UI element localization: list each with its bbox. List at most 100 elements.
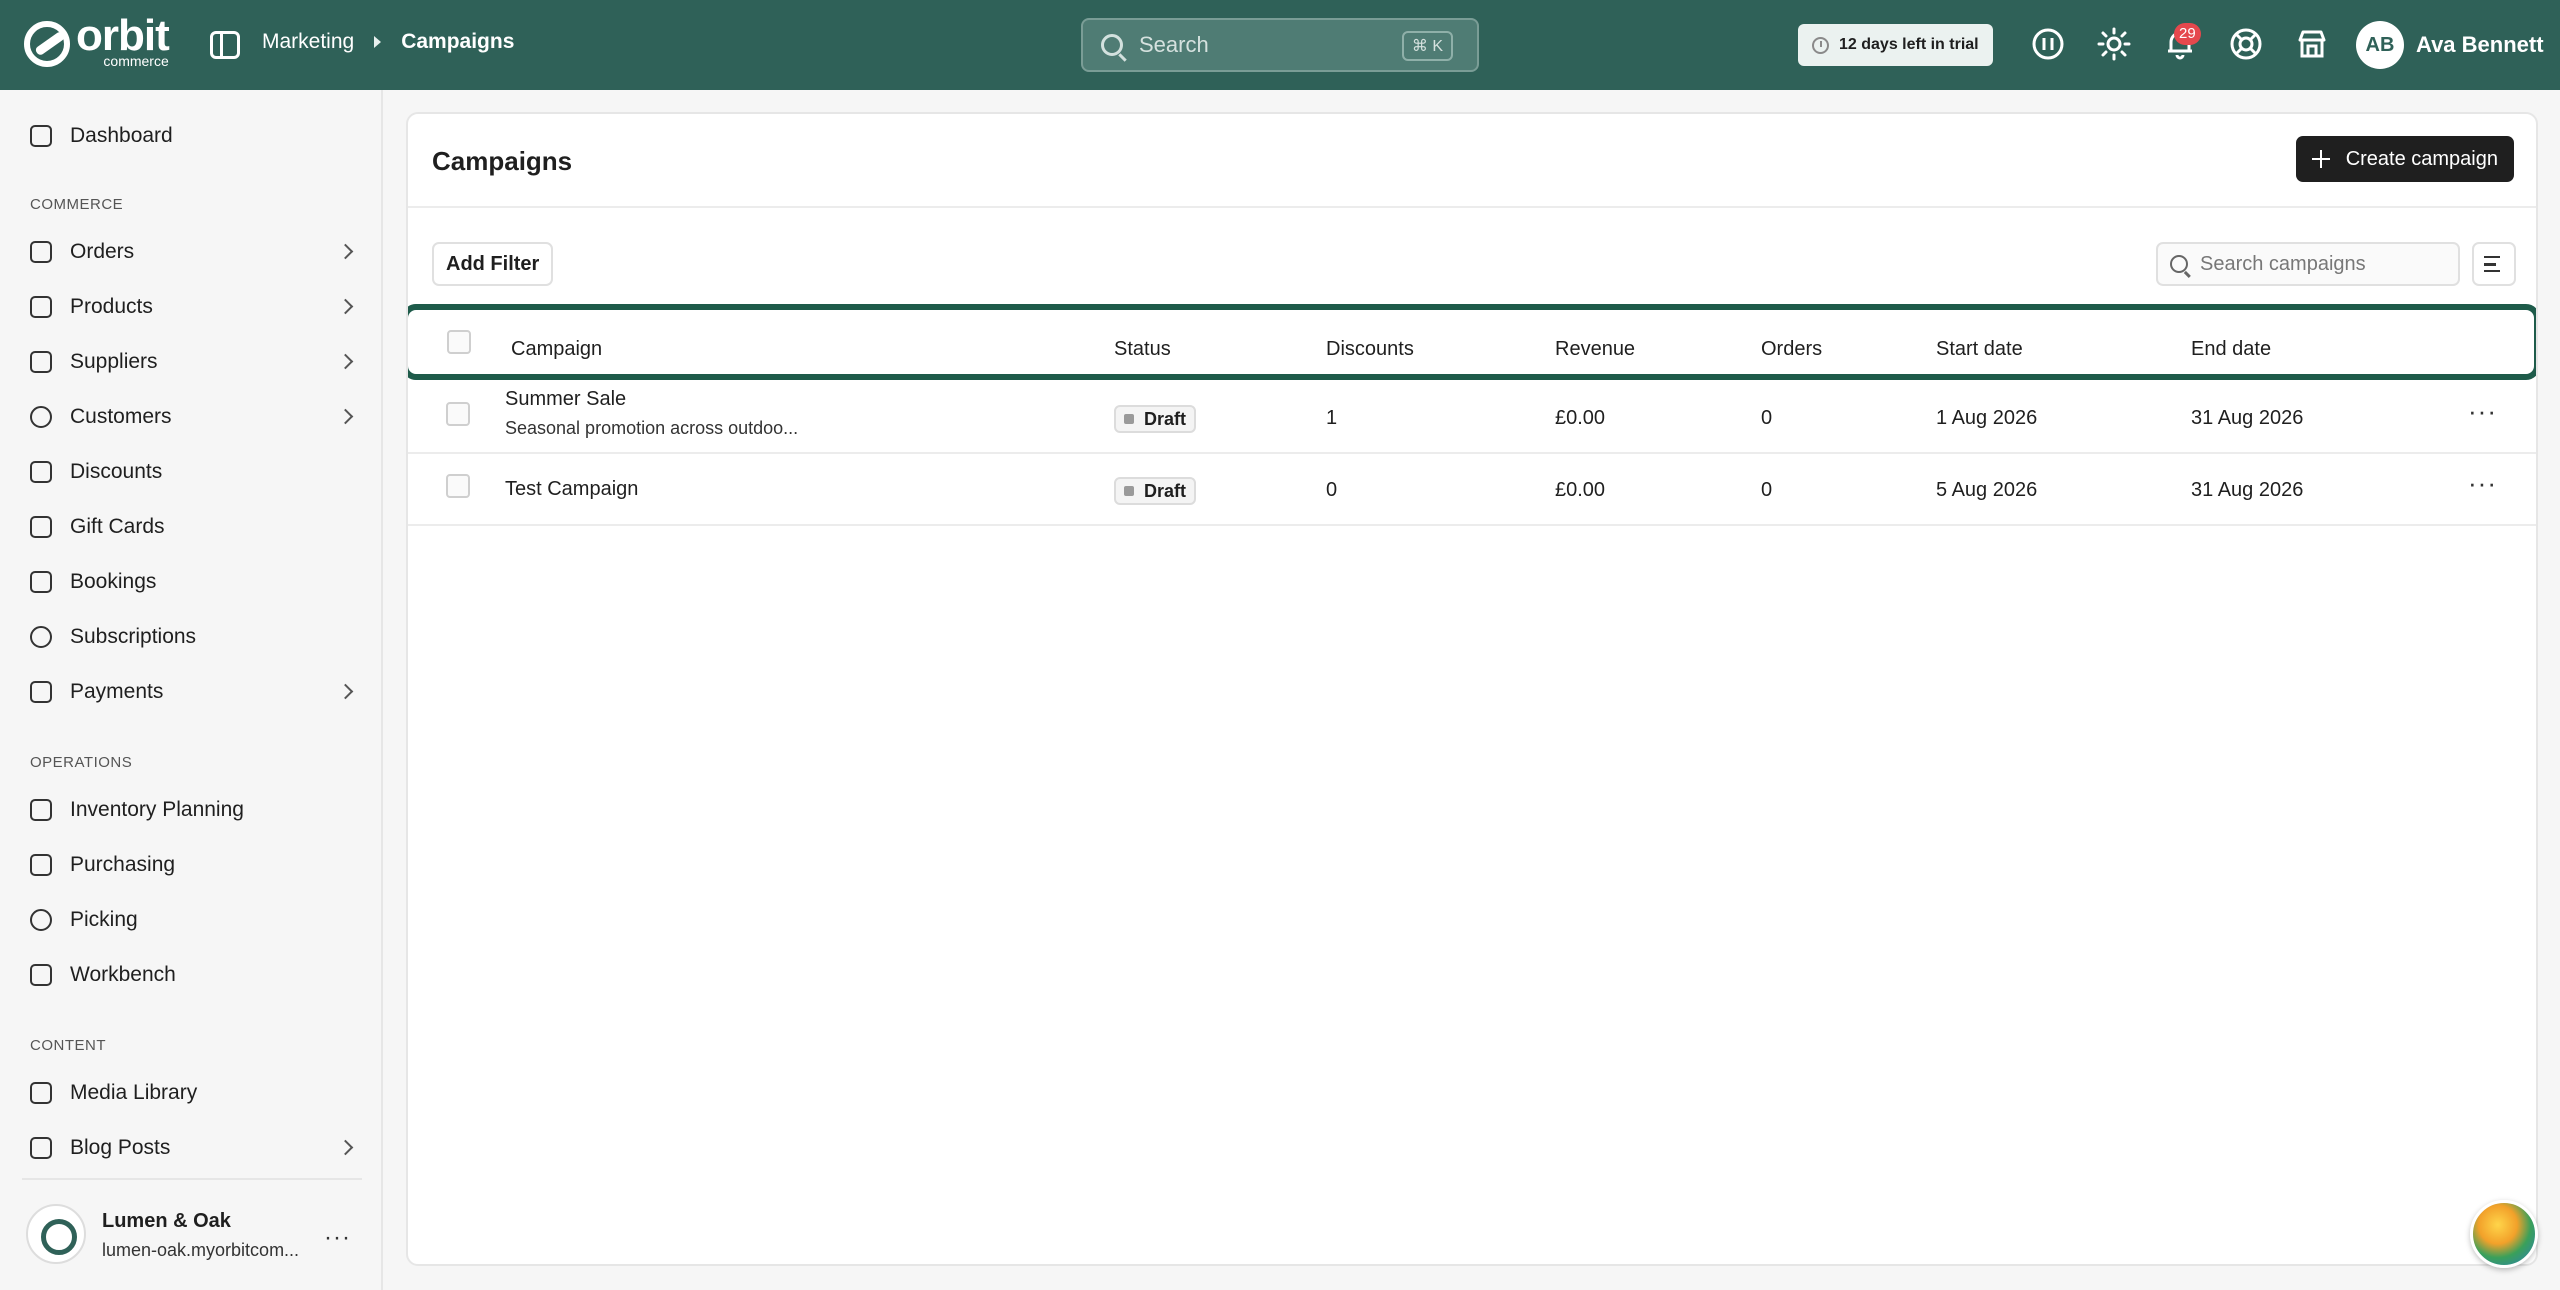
sidebar-item-label: Purchasing bbox=[70, 853, 176, 876]
row-more-icon[interactable]: ··· bbox=[2468, 396, 2497, 427]
chevron-right-icon bbox=[337, 298, 354, 315]
breadcrumb-marketing[interactable]: Marketing bbox=[262, 30, 354, 54]
row-checkbox[interactable] bbox=[446, 402, 470, 426]
table-header: Campaign Status Discounts Revenue Orders… bbox=[408, 304, 2536, 380]
sidebar-item-label: Orders bbox=[70, 240, 135, 263]
orbit-logo[interactable]: orbit commerce bbox=[24, 14, 170, 68]
sidebar-item-label: Dashboard bbox=[70, 124, 173, 147]
column-discounts[interactable]: Discounts bbox=[1326, 338, 1414, 361]
sidebar-item-gift-cards[interactable]: Gift Cards bbox=[0, 503, 383, 551]
row-checkbox[interactable] bbox=[446, 474, 470, 498]
discounts-count: 0 bbox=[1326, 479, 1338, 501]
more-icon[interactable]: ··· bbox=[324, 1224, 351, 1252]
refresh-icon bbox=[30, 626, 52, 648]
suppliers-icon bbox=[30, 351, 52, 373]
column-status[interactable]: Status bbox=[1114, 338, 1171, 361]
status-badge: Draft bbox=[1114, 477, 1197, 505]
sidebar-item-picking[interactable]: Picking bbox=[0, 896, 383, 944]
sidebar-item-customers[interactable]: Customers bbox=[0, 393, 383, 441]
global-search-input[interactable]: Search ⌘ K bbox=[1081, 18, 1479, 72]
store-name: Lumen & Oak bbox=[102, 1210, 231, 1232]
column-start-date[interactable]: Start date bbox=[1936, 338, 2023, 361]
orbit-logo-icon bbox=[24, 21, 70, 67]
sidebar-item-purchasing[interactable]: Purchasing bbox=[0, 841, 383, 889]
search-icon bbox=[1101, 34, 1123, 56]
sort-icon[interactable] bbox=[2472, 242, 2516, 286]
sidebar-item-label: Customers bbox=[70, 405, 172, 428]
clock-icon bbox=[1812, 36, 1829, 54]
breadcrumb: Marketing Campaigns bbox=[262, 30, 514, 54]
sidebar-item-media-library[interactable]: Media Library bbox=[0, 1069, 383, 1117]
add-filter-button[interactable]: Add Filter bbox=[432, 242, 554, 286]
sidebar-item-discounts[interactable]: Discounts bbox=[0, 448, 383, 496]
box-icon bbox=[30, 854, 52, 876]
products-icon bbox=[30, 296, 52, 318]
user-name[interactable]: Ava Bennett bbox=[2416, 32, 2544, 58]
orders-icon bbox=[30, 241, 52, 263]
sidebar-item-inventory-planning[interactable]: Inventory Planning bbox=[0, 786, 383, 834]
chevron-right-icon bbox=[337, 243, 354, 260]
support-icon[interactable] bbox=[2031, 27, 2065, 61]
revenue-value: £0.00 bbox=[1555, 479, 1606, 501]
sidebar-item-suppliers[interactable]: Suppliers bbox=[0, 338, 383, 386]
row-more-icon[interactable]: ··· bbox=[2468, 468, 2497, 499]
campaign-search-input[interactable]: Search campaigns bbox=[2156, 242, 2460, 286]
orders-count: 0 bbox=[1761, 479, 1773, 501]
search-shortcut: ⌘ K bbox=[1401, 31, 1453, 61]
sidebar-item-blog-posts[interactable]: Blog Posts bbox=[0, 1124, 383, 1172]
create-campaign-label: Create campaign bbox=[2345, 147, 2498, 170]
sidebar-section-commerce: COMMERCE bbox=[30, 196, 124, 213]
image-icon bbox=[30, 1082, 52, 1104]
breadcrumb-campaigns: Campaigns bbox=[401, 30, 515, 53]
sidebar-toggle-icon[interactable] bbox=[210, 31, 240, 59]
revenue-value: £0.00 bbox=[1555, 407, 1606, 429]
customers-icon bbox=[30, 406, 52, 428]
column-campaign[interactable]: Campaign bbox=[511, 338, 602, 361]
table-row[interactable]: Test Campaign Draft 0 £0.00 0 5 Aug 2026… bbox=[408, 454, 2536, 526]
credit-card-icon bbox=[30, 681, 52, 703]
sidebar-item-label: Gift Cards bbox=[70, 515, 165, 538]
status-badge: Draft bbox=[1114, 405, 1197, 433]
sidebar-item-label: Products bbox=[70, 295, 153, 318]
sidebar-item-orders[interactable]: Orders bbox=[0, 228, 383, 276]
sidebar-item-payments[interactable]: Payments bbox=[0, 668, 383, 716]
help-lifebuoy-icon[interactable] bbox=[2229, 27, 2263, 61]
select-all-checkbox[interactable] bbox=[447, 330, 471, 354]
status-label: Draft bbox=[1144, 480, 1187, 501]
chevron-right-icon bbox=[337, 683, 354, 700]
sidebar-item-label: Payments bbox=[70, 680, 164, 703]
column-revenue[interactable]: Revenue bbox=[1555, 338, 1635, 361]
store-switcher[interactable]: Lumen & Oak lumen-oak.myorbitcom... ··· bbox=[22, 1178, 362, 1290]
sidebar-item-workbench[interactable]: Workbench bbox=[0, 951, 383, 999]
campaign-name[interactable]: Summer Sale bbox=[505, 388, 626, 411]
status-label: Draft bbox=[1144, 408, 1187, 429]
sidebar-item-label: Subscriptions bbox=[70, 625, 197, 648]
chevron-right-icon bbox=[337, 1139, 354, 1156]
sidebar-item-subscriptions[interactable]: Subscriptions bbox=[0, 613, 383, 661]
store-url: lumen-oak.myorbitcom... bbox=[102, 1240, 300, 1260]
start-date: 5 Aug 2026 bbox=[1936, 479, 2038, 501]
column-orders[interactable]: Orders bbox=[1761, 338, 1822, 361]
trial-badge[interactable]: 12 days left in trial bbox=[1798, 24, 1993, 66]
document-icon bbox=[30, 1137, 52, 1159]
breadcrumb-separator-icon bbox=[374, 36, 382, 48]
sidebar-item-bookings[interactable]: Bookings bbox=[0, 558, 383, 606]
store-icon[interactable] bbox=[2295, 27, 2329, 61]
campaign-name[interactable]: Test Campaign bbox=[505, 478, 638, 501]
sidebar-item-label: Workbench bbox=[70, 963, 176, 986]
column-end-date[interactable]: End date bbox=[2191, 338, 2271, 361]
create-campaign-button[interactable]: Create campaign bbox=[2295, 136, 2514, 182]
assistant-bubble-icon[interactable] bbox=[2470, 1200, 2538, 1268]
sidebar-item-products[interactable]: Products bbox=[0, 283, 383, 331]
sun-icon[interactable] bbox=[2097, 27, 2131, 61]
search-placeholder: Search campaigns bbox=[2200, 252, 2366, 275]
notification-count-badge: 29 bbox=[2174, 23, 2201, 45]
sidebar: Dashboard COMMERCE Orders Products Suppl… bbox=[0, 90, 383, 1290]
calendar-icon bbox=[30, 571, 52, 593]
sidebar-item-label: Discounts bbox=[70, 460, 163, 483]
end-date: 31 Aug 2026 bbox=[2191, 479, 2304, 501]
table-row[interactable]: Summer Sale Seasonal promotion across ou… bbox=[408, 382, 2536, 454]
user-avatar[interactable]: AB bbox=[2356, 21, 2404, 69]
sidebar-item-dashboard[interactable]: Dashboard bbox=[0, 112, 383, 160]
chevron-right-icon bbox=[337, 353, 354, 370]
